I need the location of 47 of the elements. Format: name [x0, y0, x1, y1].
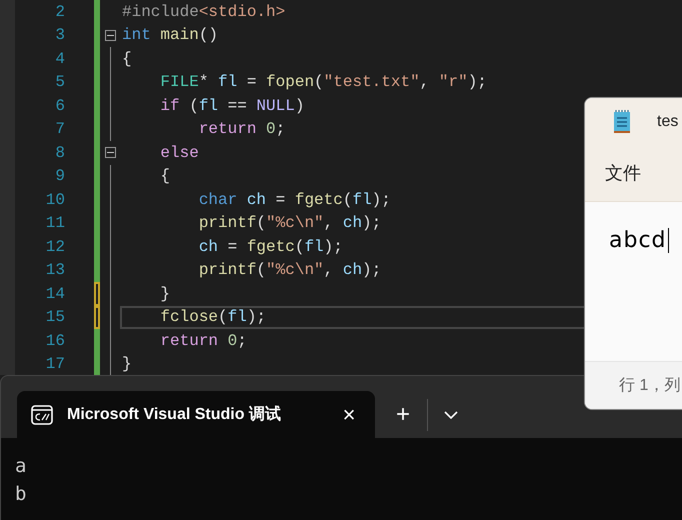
line-number: 11	[44, 213, 65, 234]
code-line: }	[159, 284, 170, 305]
code-line: {	[159, 166, 170, 188]
code-line: fclose(fl);	[159, 307, 266, 328]
line-number: 2	[54, 2, 65, 23]
menu-item[interactable]: 文件	[605, 160, 641, 186]
line-number: 7	[54, 119, 65, 140]
terminal-output: b	[15, 482, 28, 507]
code-line: return 0;	[198, 119, 286, 140]
code-line: }	[122, 354, 132, 376]
code-line: return 0;	[159, 330, 247, 352]
new-tab-button[interactable]: +	[389, 402, 417, 426]
terminal-output: a	[15, 454, 28, 479]
line-number: 13	[44, 260, 65, 282]
code-line: {	[122, 48, 132, 70]
collapse-icon[interactable]	[104, 147, 116, 158]
line-number: 12	[44, 236, 65, 258]
line-number: 4	[54, 48, 65, 70]
window-title: tes	[657, 112, 678, 132]
status-text: 行 1，列	[619, 376, 680, 396]
text-content[interactable]: abcd	[609, 228, 669, 253]
line-number: 6	[54, 96, 65, 117]
line-number: 8	[54, 142, 65, 164]
line-number: 15	[44, 307, 65, 328]
code-line: #include<stdio.h>	[122, 2, 286, 23]
line-number: 5	[54, 72, 65, 94]
chevron-down-icon[interactable]	[444, 410, 458, 418]
line-number: 17	[44, 354, 65, 376]
line-number: 10	[44, 190, 65, 211]
terminal-tab[interactable]: Microsoft Visual Studio 调试 ×	[17, 391, 375, 438]
code-line: FILE* fl = fopen("test.txt", "r");	[159, 72, 487, 94]
code-line: ch = fgetc(fl);	[198, 236, 343, 258]
close-button[interactable]: ×	[337, 404, 361, 426]
tab-title: Microsoft Visual Studio 调试	[67, 404, 282, 424]
code-line: char ch = fgetc(fl);	[198, 190, 391, 211]
code-line: if (fl == NULL)	[159, 96, 304, 117]
code-line: printf("%c\n", ch);	[198, 213, 382, 234]
line-number: 9	[54, 166, 65, 188]
line-number: 3	[54, 25, 65, 46]
notepad-icon	[613, 110, 631, 134]
collapse-icon[interactable]	[104, 30, 116, 41]
code-line: else	[159, 142, 199, 164]
code-line: int main()	[122, 25, 218, 46]
code-line: printf("%c\n", ch);	[198, 260, 382, 282]
console-icon	[31, 404, 53, 424]
line-number: 14	[44, 284, 65, 305]
line-number: 16	[44, 330, 65, 352]
